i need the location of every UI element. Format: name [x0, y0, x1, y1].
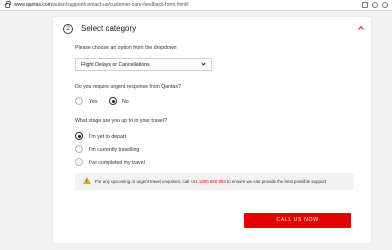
currently-travelling-label[interactable]: I'm currently travelling	[89, 147, 139, 153]
browser-toolbar-icons	[362, 2, 388, 8]
category-dropdown[interactable]: Flight Delays or Cancellations	[75, 58, 212, 71]
yet-to-depart-radio[interactable]	[75, 132, 83, 140]
urgent-question: Do you require urgent response from Qant…	[75, 84, 181, 90]
step-number: 2	[63, 24, 73, 34]
completed-travel-radio[interactable]	[75, 158, 83, 166]
urgent-enquiry-notice: ! For any upcoming or urgent travel enqu…	[75, 173, 354, 190]
browser-address-bar: www.qantas.com/au/en/support/contact-us/…	[0, 0, 392, 11]
category-prompt: Please choose an option from the dropdow…	[75, 45, 177, 51]
urgent-no-radio[interactable]	[109, 97, 117, 105]
chevron-up-icon[interactable]	[358, 26, 364, 32]
section-title: Select category	[81, 24, 137, 33]
travel-stage-question: What stage are you up to in your travel?	[75, 118, 167, 124]
notice-text-after: to ensure we can provide the best possib…	[225, 178, 327, 184]
warning-icon	[83, 177, 91, 184]
currently-travelling-radio[interactable]	[75, 145, 83, 153]
category-selected-value: Flight Delays or Cancellations	[81, 62, 150, 68]
urgent-yes-radio[interactable]	[75, 97, 83, 105]
yet-to-depart-label[interactable]: I'm yet to depart	[89, 134, 126, 140]
urgent-yes-label[interactable]: Yes	[89, 99, 97, 105]
notice-phone-link[interactable]: +61 1300 650 363	[190, 179, 226, 184]
chevron-down-icon	[201, 61, 206, 66]
select-category-card: 2 Select category Please choose an optio…	[53, 17, 371, 243]
translate-icon[interactable]	[362, 2, 368, 8]
notice-text: For any upcoming or urgent travel enquir…	[95, 179, 326, 184]
notice-text-before: For any upcoming or urgent travel enquir…	[95, 178, 191, 184]
urgent-no-label[interactable]: No	[122, 99, 129, 105]
share-icon[interactable]	[372, 2, 378, 8]
url-field[interactable]: www.qantas.com/au/en/support/contact-us/…	[14, 2, 189, 8]
completed-travel-label[interactable]: I've completed my travel	[89, 160, 145, 166]
call-us-now-button[interactable]: CALL US NOW	[244, 213, 351, 228]
warning-exclamation-icon: !	[85, 178, 87, 183]
profile-icon[interactable]	[382, 2, 388, 8]
url-path: /au/en/support/contact-us/customer-care-…	[51, 2, 189, 8]
lock-icon	[5, 0, 11, 8]
url-host: www.qantas.com	[14, 2, 52, 8]
